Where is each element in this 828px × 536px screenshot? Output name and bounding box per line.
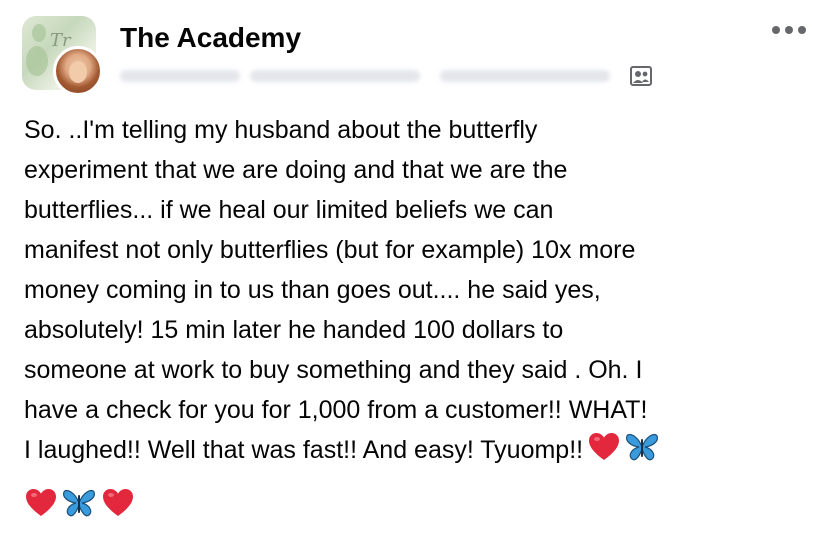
post-text-line: absolutely! 15 min later he handed 100 d… — [24, 316, 564, 344]
user-avatar[interactable] — [53, 46, 103, 96]
butterfly-icon — [63, 489, 96, 517]
group-post: Tr The Academy So. ..I'm telling my husb… — [0, 0, 828, 536]
post-text-line-with-emojis: I laughed!! Well that was fast!! And eas… — [24, 430, 814, 470]
heart-icon — [26, 489, 56, 516]
post-text-line: have a check for you for 1,000 from a cu… — [24, 396, 648, 424]
post-text-line: So. ..I'm telling my husband about the b… — [24, 116, 538, 144]
post-text-line: experiment that we are doing and that we… — [24, 156, 568, 184]
post-text-line: someone at work to buy something and the… — [24, 356, 643, 384]
butterfly-icon — [626, 433, 659, 461]
post-text-line: I laughed!! Well that was fast!! And eas… — [24, 436, 584, 464]
post-text-line: manifest not only butterflies (but for e… — [24, 236, 636, 264]
group-name-link[interactable]: The Academy — [120, 22, 301, 54]
more-options-icon[interactable] — [770, 18, 810, 40]
heart-icon — [589, 433, 620, 460]
post-text-line: butterflies... if we heal our limited be… — [24, 196, 554, 224]
emoji-row — [24, 486, 135, 526]
heart-icon — [102, 489, 133, 516]
post-avatar-group[interactable]: Tr — [22, 16, 106, 98]
post-text-line: money coming in to us than goes out.... … — [24, 276, 601, 304]
group-privacy-icon — [630, 66, 652, 86]
post-text: So. ..I'm telling my husband about the b… — [24, 110, 814, 470]
post-meta-blurred — [120, 64, 640, 88]
